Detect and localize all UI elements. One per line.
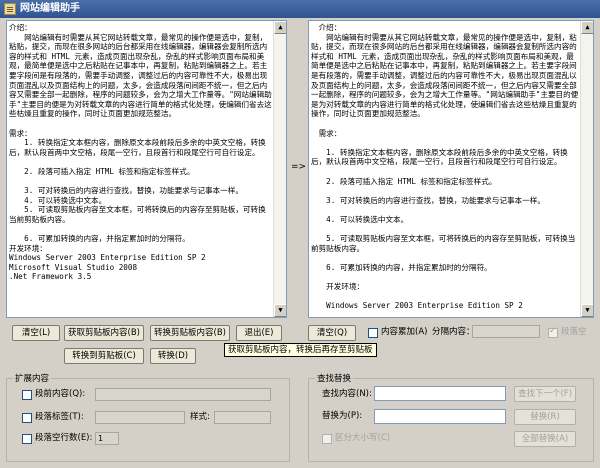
split-label: 段落空 (561, 327, 587, 337)
text-line: 2. 段落可插入指定 HTML 标签和指定标签样式。 (311, 176, 497, 186)
text-line (311, 186, 579, 196)
source-text: 介绍： 网站编辑有时需要从其它网站转载文章，最常见的操作便是选中，复制，粘贴，提… (9, 23, 272, 315)
text-line: 介绍： (9, 23, 32, 32)
accumulate-label: 内容累加(A) (381, 327, 428, 337)
text-line: 6. 可累加转换的内容，并指定累加时的分隔符。 (9, 234, 190, 244)
window-title: 网站编辑助手 (20, 3, 80, 14)
text-line: 5. 可读取剪贴板内容至文本框，可将转换后的内容存至剪贴板，可转换当前剪贴板内容… (311, 234, 576, 253)
text-line (311, 205, 579, 215)
result-scrollbar[interactable]: ▲ ▼ (580, 21, 593, 317)
get-clipboard-button[interactable]: 获取剪贴板内容(B) (64, 325, 144, 341)
head-content-checkbox[interactable] (22, 390, 32, 400)
result-textbox[interactable]: 介绍： 网站编辑有时需要从其它网站转载文章，最常见的操作便是选中，复制，粘贴，提… (308, 20, 594, 318)
text-line: 介绍： (311, 23, 342, 32)
text-line: 需求： (9, 128, 32, 138)
text-line: 1. 转换指定文本框内容，删除原文本段前段后多余的中英文空格，转换后，默认段首两… (9, 138, 266, 157)
source-textbox[interactable]: 介绍： 网站编辑有时需要从其它网站转载文章，最常见的操作便是选中，复制，粘贴，提… (6, 20, 287, 318)
match-case-checkbox[interactable] (322, 434, 332, 444)
replace-label: 替换为(P): (322, 411, 363, 421)
convert-to-clipboard-button[interactable]: 转换到剪贴板(C) (64, 348, 144, 364)
text-line (311, 167, 579, 177)
replace-button[interactable]: 替换(R) (514, 409, 576, 425)
text-line: 3. 可对转换后的内容进行查找，替换，功能要求与记事本一样。 (9, 186, 243, 196)
text-line: 6. 可累加转换的内容，并指定累加时的分隔符。 (311, 262, 492, 272)
scroll-up-icon[interactable]: ▲ (274, 21, 286, 34)
text-line: 1. 转换指定文本框内容，删除原文本段前段后多余的中英文空格，转换后，默认段首两… (311, 147, 568, 167)
text-line: 2. 段落可插入指定 HTML 标签和指定标签样式。 (9, 166, 195, 176)
convert-clipboard-button[interactable]: 转换剪贴板内容(B) (150, 325, 230, 341)
text-line (311, 119, 579, 129)
exit-button[interactable]: 退出(E) (236, 325, 282, 341)
text-line: 3. 可对转换后的内容进行查找，替换，功能要求与记事本一样。 (311, 195, 545, 205)
text-line: 网站编辑有时需要从其它网站转载文章，最常见的操作便是选中，复制，粘贴，提交，而现… (9, 32, 272, 119)
text-line: 需求： (311, 128, 342, 138)
find-replace-title: 查找替换 (315, 372, 354, 384)
paragraph-tag-checkbox[interactable] (22, 413, 32, 423)
split-checkbox[interactable] (548, 326, 558, 338)
accumulate-checkbox[interactable] (368, 328, 378, 338)
source-scrollbar[interactable]: ▲ ▼ (273, 21, 286, 317)
separator-label: 分隔内容： (432, 327, 475, 337)
match-case-label: 区分大小写(C) (335, 433, 391, 443)
text-line (9, 224, 272, 234)
text-line: Microsoft Visual Studio 2008 (9, 262, 138, 272)
find-label: 查找内容(N): (322, 389, 372, 399)
empty-lines-value: 1 (98, 434, 104, 443)
title-bar: 网站编辑助手 (0, 0, 600, 18)
app-icon (4, 3, 16, 15)
tooltip: 获取剪贴板内容，转换后再存至剪贴板 (224, 343, 377, 357)
style-label: 样式: (190, 412, 210, 422)
scroll-down-icon[interactable]: ▼ (581, 304, 593, 317)
find-next-button[interactable]: 查找下一个(F) (514, 386, 576, 402)
text-line (9, 177, 272, 187)
paragraph-tag-input[interactable] (95, 411, 185, 424)
text-line (311, 138, 579, 148)
replace-input[interactable] (374, 409, 506, 424)
replace-all-button[interactable]: 全部替换(A) (514, 431, 576, 447)
head-content-label: 段前内容(Q): (35, 389, 86, 399)
separator-input[interactable] (472, 325, 540, 338)
text-line: 4. 可以转换选中文本。 (311, 214, 409, 224)
empty-lines-checkbox[interactable] (22, 434, 32, 444)
extend-group-title: 扩展内容 (13, 372, 52, 384)
paragraph-tag-label: 段落标签(T): (35, 412, 84, 422)
text-line: .Net Framework 3.5 (9, 272, 92, 282)
text-line: 5. 可读取剪贴板内容至文本框，可将转换后的内容存至剪贴板，可转换当前剪贴板内容… (9, 205, 266, 224)
text-line: 开发环境： (9, 243, 47, 253)
scroll-up-icon[interactable]: ▲ (581, 21, 593, 34)
convert-arrow: => (291, 162, 307, 172)
empty-lines-label: 段落空行数(E): (35, 433, 93, 443)
head-content-input[interactable] (95, 388, 271, 401)
text-line (311, 253, 579, 263)
text-line: 4. 可以转换选中文本。 (9, 195, 107, 205)
text-line: 开发环境： (311, 282, 365, 292)
text-line (9, 119, 272, 129)
convert-button[interactable]: 转换(D) (150, 348, 196, 364)
find-input[interactable] (374, 386, 506, 401)
text-line (311, 272, 579, 282)
clear-result-button[interactable]: 清空(Q) (308, 325, 356, 341)
text-line: Windows Server 2003 Enterprise Edition S… (9, 253, 206, 263)
result-text: 介绍： 网站编辑有时需要从其它网站转载文章，最常见的操作便是选中，复制，粘贴，提… (311, 23, 579, 315)
text-line: Windows Server 2003 Enterprise Edition S… (311, 301, 523, 311)
clear-source-button[interactable]: 清空(L) (12, 325, 60, 341)
style-input[interactable] (214, 411, 271, 424)
scroll-down-icon[interactable]: ▼ (274, 304, 286, 317)
text-line: 网站编辑有时需要从其它网站转载文章，最常见的操作便是选中，复制，粘贴，提交，而现… (311, 32, 579, 119)
text-line (9, 157, 272, 167)
text-line (311, 224, 579, 234)
text-line (311, 311, 579, 317)
text-line (311, 292, 579, 302)
empty-lines-input[interactable]: 1 (95, 432, 119, 445)
